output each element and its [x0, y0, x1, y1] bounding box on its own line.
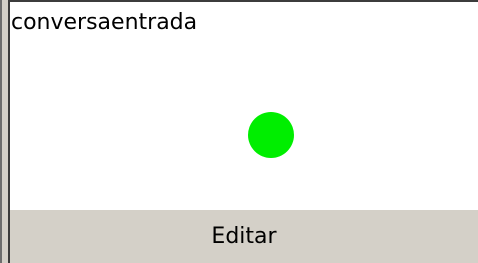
panel-title: conversaentrada	[11, 10, 198, 35]
edit-button[interactable]: Editar	[10, 210, 478, 263]
content-panel: conversaentrada	[10, 0, 478, 210]
status-indicator-dot	[248, 112, 294, 158]
window-frame: conversaentrada Editar	[0, 0, 478, 263]
